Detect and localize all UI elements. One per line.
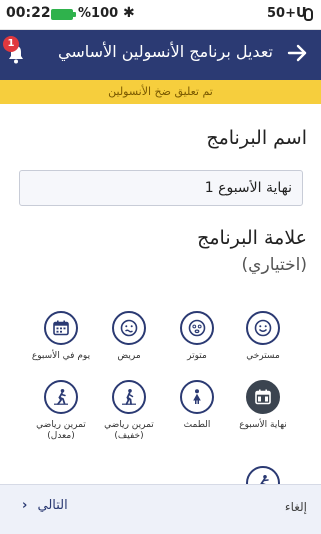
weekend-calendar-icon	[246, 380, 280, 414]
tag-label: مريض	[117, 351, 141, 361]
tag-relaxed[interactable]: مسترخي	[229, 311, 297, 362]
status-time: 00:22	[6, 5, 51, 21]
tag-light-exercise[interactable]: تمرين رياضي (خفيف)	[95, 380, 163, 442]
smile-face-icon	[246, 311, 280, 345]
battery-icon	[51, 9, 76, 20]
tag-label: مسترخي	[246, 351, 280, 361]
chevron-left-icon: ‹	[22, 498, 28, 513]
bluetooth-icon: ✱	[123, 5, 135, 21]
cancel-button[interactable]: إلغاء	[285, 500, 307, 514]
stressed-face-icon	[180, 311, 214, 345]
tag-label: يوم في الأسبوع	[31, 351, 91, 361]
tag-label: تمرين رياضي (خفيف)	[104, 420, 154, 441]
app-header: تعديل برنامج الأنسولين الأساسي 1	[0, 30, 321, 80]
next-label: التالي	[37, 498, 68, 513]
sick-face-icon	[112, 311, 146, 345]
tag-weekday[interactable]: يوم في الأسبوع	[27, 311, 95, 362]
exercise-icon	[44, 380, 78, 414]
tag-weekend[interactable]: نهاية الأسبوع	[229, 380, 297, 431]
bottom-action-bar: التالي ‹ إلغاء	[0, 484, 321, 534]
calendar-icon	[44, 311, 78, 345]
back-arrow-icon[interactable]	[285, 40, 311, 66]
female-icon	[180, 380, 214, 414]
notification-badge: 1	[3, 36, 19, 52]
phone-screen: 00:22 %100 ✱ 50+U تعديل برنامج الأنسولين…	[0, 0, 321, 534]
tag-label: نهاية الأسبوع	[239, 420, 287, 430]
status-bar: 00:22 %100 ✱ 50+U	[0, 0, 321, 30]
tag-menstruation[interactable]: الطمث	[163, 380, 231, 431]
walking-icon	[112, 380, 146, 414]
program-tag-heading: علامة البرنامج	[197, 227, 307, 249]
alert-text: تم تعليق ضخ الأنسولين	[108, 85, 213, 98]
next-button[interactable]: التالي ‹	[22, 498, 68, 513]
insulin-drop-icon	[304, 8, 313, 21]
insulin-units: 50+U	[267, 6, 307, 21]
tag-label: الطمث	[183, 420, 211, 430]
program-name-heading: اسم البرنامج	[206, 127, 307, 149]
tag-label: تمرين رياضي (معدل)	[36, 420, 86, 441]
page-title: تعديل برنامج الأنسولين الأساسي	[58, 42, 273, 61]
tag-moderate-exercise[interactable]: تمرين رياضي (معدل)	[27, 380, 95, 442]
program-tag-optional: (اختياري)	[241, 255, 307, 275]
suspended-alert-bar: تم تعليق ضخ الأنسولين	[0, 80, 321, 104]
tag-label: متوتر	[187, 351, 207, 361]
tag-stressed[interactable]: متوتر	[163, 311, 231, 362]
battery-percent: %100	[78, 6, 119, 21]
tag-sick[interactable]: مريض	[95, 311, 163, 362]
program-name-input[interactable]	[19, 170, 303, 206]
